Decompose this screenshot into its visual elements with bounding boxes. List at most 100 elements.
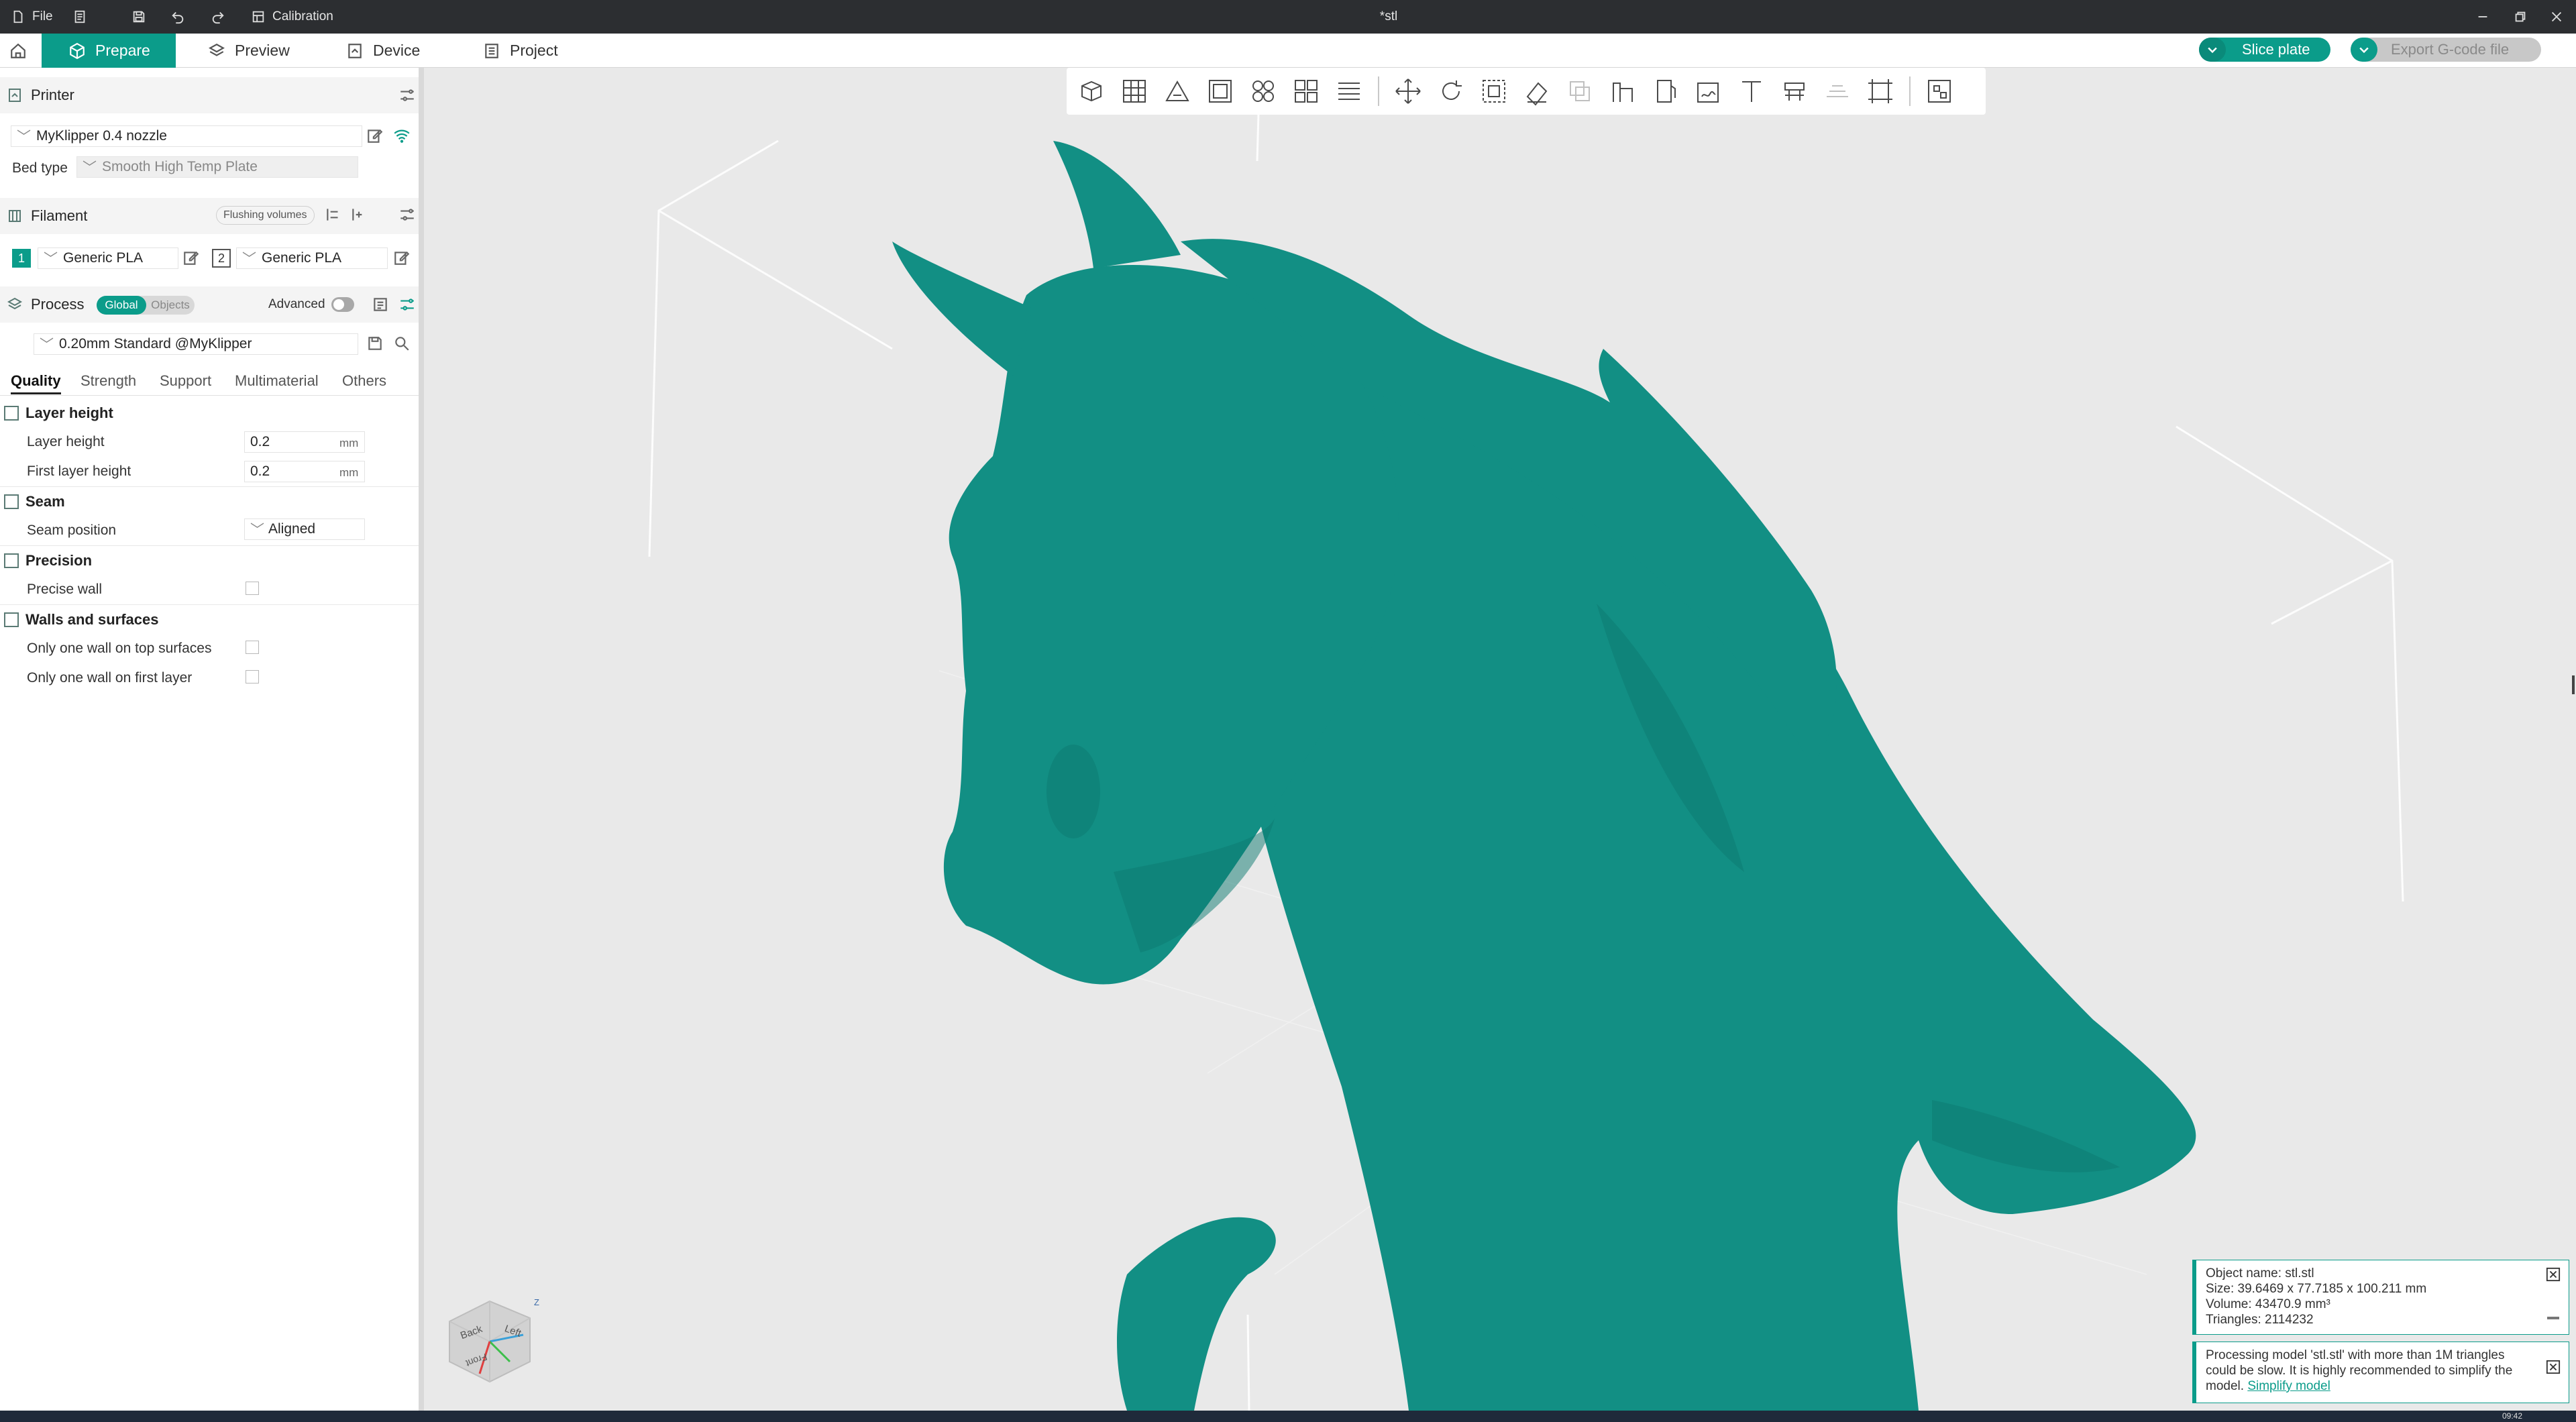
bed-type-select[interactable]: ﹀ Smooth High Temp Plate [76, 156, 358, 178]
view-cube[interactable]: Back Left Front Z [443, 1288, 543, 1388]
object-volume-text: Volume: 43470.9 mm³ [2206, 1297, 2330, 1311]
export-gcode-button[interactable]: Export G-code file [2351, 38, 2541, 62]
fuzzy-skin-button[interactable] [1690, 73, 1727, 109]
main-tab-bar: Prepare Preview Device Project [0, 34, 2576, 68]
toggle-global[interactable]: Global [97, 296, 146, 315]
explode-icon [1928, 80, 1951, 103]
search-settings-button[interactable] [393, 335, 411, 352]
tab-device-label: Device [373, 42, 421, 59]
printer-settings-button[interactable] [398, 87, 416, 104]
one-wall-first-checkbox[interactable] [246, 670, 259, 683]
close-object-info-button[interactable] [2546, 1267, 2561, 1282]
remove-filament-button[interactable] [325, 206, 342, 223]
measure-button[interactable] [1819, 73, 1856, 109]
save-button[interactable] [131, 0, 146, 34]
layers-editing-button[interactable] [1331, 73, 1367, 109]
toggle-objects[interactable]: Objects [146, 296, 195, 315]
close-window-button[interactable] [2549, 0, 2564, 34]
minimize-button[interactable] [2475, 0, 2490, 34]
slice-plate-button[interactable]: Slice plate [2199, 38, 2330, 62]
close-icon [2546, 1360, 2561, 1374]
arrange-icon [1209, 80, 1232, 103]
list-icon [374, 298, 387, 311]
tab-support[interactable]: Support [160, 372, 211, 390]
tab-others[interactable]: Others [342, 372, 386, 390]
seam-position-select[interactable]: ﹀ Aligned [244, 518, 365, 540]
split-parts-button[interactable] [1288, 73, 1324, 109]
divider [0, 395, 419, 396]
document-icon-button[interactable] [72, 0, 87, 34]
arrange-button[interactable] [1202, 73, 1238, 109]
rotate-button[interactable] [1433, 73, 1469, 109]
tab-prepare-label: Prepare [95, 42, 150, 59]
save-profile-button[interactable] [366, 335, 384, 352]
chevron-down-icon[interactable] [2351, 38, 2377, 62]
edit-filament-2-button[interactable] [393, 249, 411, 266]
process-profile-select[interactable]: ﹀ 0.20mm Standard @MyKlipper [34, 333, 358, 355]
tab-strength[interactable]: Strength [80, 372, 136, 390]
printer-section-header[interactable]: Printer [0, 77, 419, 113]
add-object-button[interactable] [1073, 73, 1110, 109]
text-button[interactable] [1733, 73, 1770, 109]
lay-on-face-button[interactable] [1519, 73, 1555, 109]
global-objects-toggle[interactable]: Global Objects [97, 296, 195, 315]
seam-paint-icon [1657, 80, 1676, 103]
scale-button[interactable] [1476, 73, 1512, 109]
tab-prepare[interactable]: Prepare [42, 34, 176, 68]
undo-button[interactable] [170, 0, 185, 34]
filament-settings-button[interactable] [398, 206, 416, 223]
tab-preview[interactable]: Preview [195, 34, 309, 68]
tab-device[interactable]: Device [333, 34, 440, 68]
close-icon [2551, 11, 2562, 22]
precise-wall-checkbox[interactable] [246, 582, 259, 595]
process-settings-button[interactable] [398, 296, 416, 313]
3d-viewport[interactable] [429, 68, 2576, 1411]
support-paint-button[interactable] [1605, 73, 1641, 109]
explode-view-button[interactable] [1921, 73, 1957, 109]
collapse-icon[interactable] [2547, 1317, 2559, 1319]
calibration-menu[interactable]: Calibration [251, 0, 333, 34]
redo-button[interactable] [211, 0, 225, 34]
divider [0, 604, 419, 605]
edit-printer-button[interactable] [366, 127, 384, 144]
restore-button[interactable] [2513, 0, 2528, 34]
document-icon [74, 10, 85, 23]
flushing-volumes-button[interactable]: Flushing volumes [216, 206, 315, 225]
tab-quality[interactable]: Quality [11, 372, 61, 394]
auto-orient-button[interactable] [1159, 73, 1195, 109]
save-icon [368, 337, 382, 350]
mesh-boolean-button[interactable] [1776, 73, 1813, 109]
split-objects-button[interactable] [1245, 73, 1281, 109]
close-warning-button[interactable] [2546, 1360, 2561, 1374]
add-plate-button[interactable] [1116, 73, 1152, 109]
process-section-header[interactable]: Process [0, 286, 419, 323]
layers-icon [209, 43, 225, 56]
wifi-button[interactable] [393, 127, 411, 144]
file-icon [13, 10, 23, 23]
cut-button[interactable] [1562, 73, 1598, 109]
chevron-down-icon[interactable] [2199, 38, 2226, 62]
filament-slot-2-select[interactable]: ﹀ Generic PLA [236, 248, 388, 269]
edit-filament-1-button[interactable] [182, 249, 200, 266]
toolbar-separator [1378, 76, 1379, 106]
filament-slot-2-badge[interactable]: 2 [212, 249, 231, 268]
home-button[interactable] [0, 34, 39, 68]
filament-slot-1-badge[interactable]: 1 [12, 249, 31, 268]
assembly-view-button[interactable] [1862, 73, 1898, 109]
one-wall-top-checkbox[interactable] [246, 641, 259, 654]
simplify-model-link[interactable]: Simplify model [2247, 1379, 2330, 1393]
tab-project[interactable]: Project [470, 34, 584, 68]
printer-select[interactable]: ﹀ MyKlipper 0.4 nozzle [11, 125, 362, 147]
filament-slot-1-name: Generic PLA [63, 250, 144, 266]
search-icon [395, 337, 409, 351]
title-bar: File Calibration *stl [0, 0, 2576, 34]
add-filament-button[interactable] [350, 206, 368, 223]
seam-paint-button[interactable] [1648, 73, 1684, 109]
move-button[interactable] [1390, 73, 1426, 109]
process-compare-button[interactable] [372, 296, 389, 313]
file-menu[interactable]: File [11, 0, 53, 34]
advanced-toggle[interactable] [331, 297, 354, 312]
filament-slot-1-select[interactable]: ﹀ Generic PLA [38, 248, 178, 269]
tab-multimaterial[interactable]: Multimaterial [235, 372, 319, 390]
remove-filament-icon [327, 209, 338, 221]
